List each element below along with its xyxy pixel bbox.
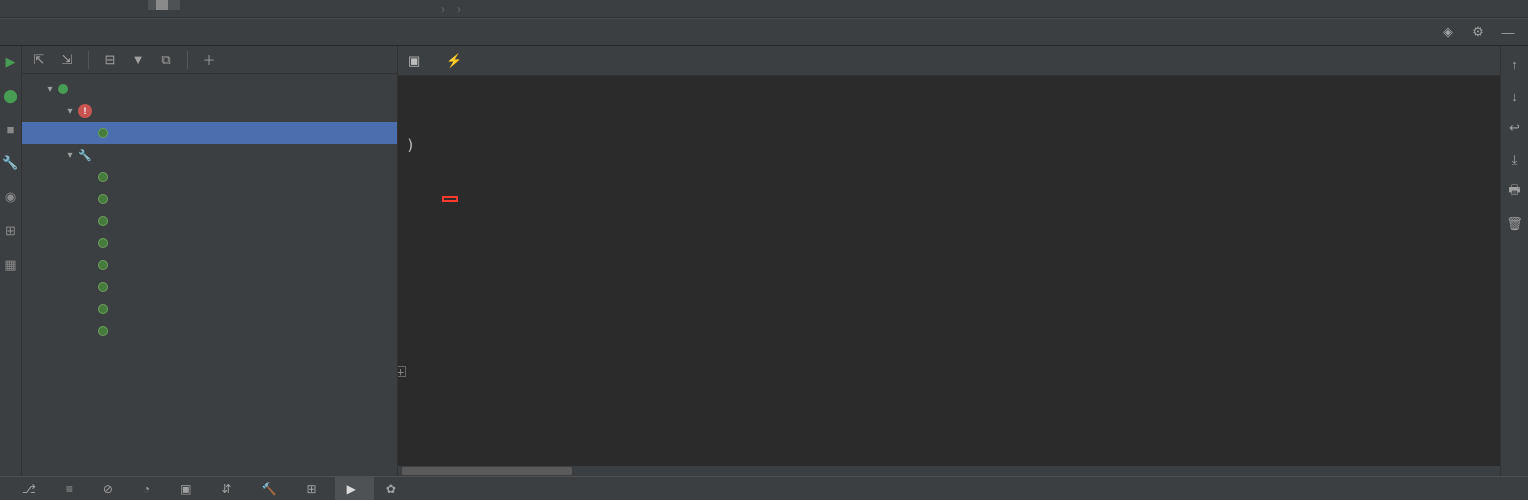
right-gutter: ↑ ↓ ↩ ⤓ 🖶 🗑 bbox=[1500, 46, 1528, 476]
bottom-tab-spring[interactable]: ✿ bbox=[374, 477, 414, 500]
app-icon bbox=[98, 282, 108, 292]
tree-not-started-item[interactable] bbox=[22, 210, 397, 232]
chevron-down-icon: ▾ bbox=[42, 84, 58, 95]
up-arrow-icon[interactable]: ↑ bbox=[1507, 56, 1523, 72]
app-icon bbox=[98, 128, 108, 138]
debug-icon[interactable]: ⬤ bbox=[3, 88, 18, 104]
bottom-tab-build[interactable]: 🔨 bbox=[250, 477, 295, 500]
tree-not-started-item[interactable] bbox=[22, 232, 397, 254]
tree-not-started-item[interactable] bbox=[22, 320, 397, 342]
tree-not-started-item[interactable] bbox=[22, 188, 397, 210]
bottom-tab-profiler[interactable]: ◔ bbox=[131, 477, 168, 500]
app-icon bbox=[98, 194, 108, 204]
services-tree: ▾ ▾ ! ▾ 🔧 bbox=[22, 74, 397, 346]
console-tab-console[interactable]: ▣ bbox=[408, 53, 426, 69]
trash-icon[interactable]: 🗑 bbox=[1507, 216, 1523, 232]
minimize-icon[interactable]: — bbox=[1500, 24, 1516, 40]
console-area: ▣ ⚡ + ) bbox=[398, 46, 1500, 476]
layout-icon[interactable]: ▦ bbox=[4, 257, 16, 273]
spring-icon bbox=[58, 84, 68, 94]
gear-icon[interactable]: ⚙ bbox=[1470, 24, 1486, 40]
bottom-tab-terminal[interactable]: ▣ bbox=[168, 477, 209, 500]
new-tab-icon[interactable]: ⧉ bbox=[157, 51, 175, 69]
filter-icon[interactable]: ▼ bbox=[129, 51, 147, 69]
camera-icon[interactable]: ◉ bbox=[5, 189, 16, 205]
chevron-down-icon: ▾ bbox=[62, 150, 78, 161]
bottom-tab-git[interactable]: ⎇ bbox=[10, 477, 54, 500]
separator bbox=[88, 51, 89, 69]
globe-icon[interactable]: ◈ bbox=[1440, 24, 1456, 40]
group-icon[interactable]: ⊟ bbox=[101, 51, 119, 69]
bottom-tab-problems[interactable]: ⊘ bbox=[91, 477, 131, 500]
spring-icon: ✿ bbox=[386, 482, 396, 496]
tree-container: ⇱ ⇲ ⊟ ▼ ⧉ ＋ ▾ ▾ ! bbox=[22, 46, 398, 476]
tree-not-started-item[interactable] bbox=[22, 166, 397, 188]
problems-icon: ⊘ bbox=[103, 482, 113, 496]
tree-not-started-item[interactable] bbox=[22, 276, 397, 298]
app-icon bbox=[98, 326, 108, 336]
fold-icon[interactable]: + bbox=[398, 366, 406, 377]
services-icon: ▶ bbox=[347, 482, 356, 496]
profiler-icon: ◔ bbox=[143, 482, 150, 496]
stop-icon[interactable]: ■ bbox=[7, 122, 15, 137]
wrench-icon: 🔧 bbox=[78, 149, 92, 162]
tree-spring-boot[interactable]: ▾ bbox=[22, 78, 397, 100]
console-output[interactable]: + ) bbox=[398, 76, 1500, 466]
breadcrumb: › › bbox=[435, 0, 467, 18]
tree-icon[interactable]: ⊞ bbox=[5, 223, 16, 239]
expand-all-icon[interactable]: ⇱ bbox=[30, 51, 48, 69]
app-icon bbox=[98, 172, 108, 182]
separator bbox=[187, 51, 188, 69]
bottom-tab-todo[interactable]: ≡ bbox=[54, 477, 91, 500]
git-icon: ⎇ bbox=[22, 482, 36, 496]
tree-not-started[interactable]: ▾ 🔧 bbox=[22, 144, 397, 166]
collapse-all-icon[interactable]: ⇲ bbox=[58, 51, 76, 69]
app-icon bbox=[98, 260, 108, 270]
scrollbar-thumb[interactable] bbox=[402, 467, 572, 475]
top-strip: › › bbox=[0, 0, 1528, 18]
left-gutter: ▶ ⬤ ■ 🔧 ◉ ⊞ ▦ bbox=[0, 46, 22, 476]
tree-not-started-item[interactable] bbox=[22, 298, 397, 320]
add-icon[interactable]: ＋ bbox=[200, 51, 218, 69]
error-highlight bbox=[442, 196, 458, 202]
error-icon: ! bbox=[78, 104, 92, 118]
deps-icon: ⊞ bbox=[307, 482, 317, 496]
endpoints-icon: ⇵ bbox=[222, 482, 232, 496]
actuator-icon: ⚡ bbox=[446, 53, 462, 69]
app-icon bbox=[98, 304, 108, 314]
terminal-icon: ▣ bbox=[180, 482, 191, 496]
app-icon bbox=[98, 238, 108, 248]
print-icon[interactable]: 🖶 bbox=[1507, 184, 1523, 200]
folder-icon bbox=[156, 0, 168, 10]
tree-toolbar: ⇱ ⇲ ⊟ ▼ ⧉ ＋ bbox=[22, 46, 397, 74]
bottom-tab-dependencies[interactable]: ⊞ bbox=[295, 477, 335, 500]
todo-icon: ≡ bbox=[66, 482, 73, 496]
folder-tab[interactable] bbox=[148, 0, 180, 10]
scrollbar-horizontal[interactable] bbox=[398, 466, 1500, 476]
down-arrow-icon[interactable]: ↓ bbox=[1507, 88, 1523, 104]
console-tab-actuator[interactable]: ⚡ bbox=[446, 53, 468, 69]
bottom-tab-services[interactable]: ▶ bbox=[335, 477, 374, 500]
soft-wrap-icon[interactable]: ↩ bbox=[1507, 120, 1523, 136]
tree-failed-item[interactable] bbox=[22, 122, 397, 144]
tree-failed[interactable]: ▾ ! bbox=[22, 100, 397, 122]
chevron-down-icon: ▾ bbox=[62, 106, 78, 117]
wrench-icon[interactable]: 🔧 bbox=[2, 155, 18, 171]
main-area: ▶ ⬤ ■ 🔧 ◉ ⊞ ▦ ⇱ ⇲ ⊟ ▼ ⧉ ＋ ▾ ▾ ! bbox=[0, 46, 1528, 476]
scroll-end-icon[interactable]: ⤓ bbox=[1507, 152, 1523, 168]
console-tabs: ▣ ⚡ bbox=[398, 46, 1500, 76]
services-panel-header: ◈ ⚙ — bbox=[0, 18, 1528, 46]
app-icon bbox=[98, 216, 108, 226]
bottom-tool-tabs: ⎇ ≡ ⊘ ◔ ▣ ⇵ 🔨 ⊞ ▶ ✿ bbox=[0, 476, 1528, 500]
breadcrumb-sep: › bbox=[457, 2, 461, 16]
run-icon[interactable]: ▶ bbox=[6, 54, 16, 70]
build-icon: 🔨 bbox=[262, 482, 277, 496]
tree-not-started-item[interactable] bbox=[22, 254, 397, 276]
console-icon: ▣ bbox=[408, 53, 420, 69]
breadcrumb-sep: › bbox=[441, 2, 445, 16]
bottom-tab-endpoints[interactable]: ⇵ bbox=[210, 477, 250, 500]
